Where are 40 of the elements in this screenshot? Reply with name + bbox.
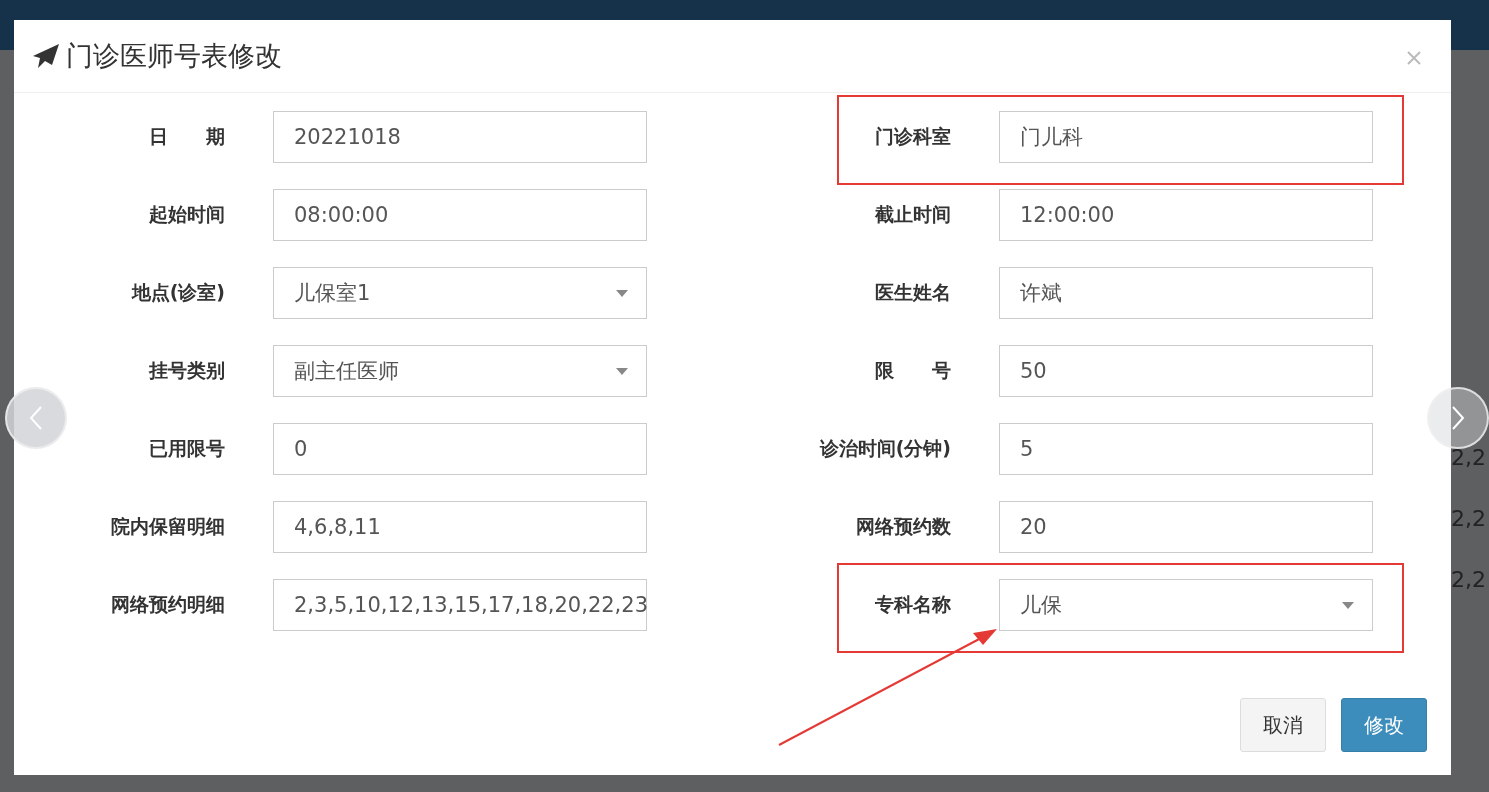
input-field[interactable]: 50 (999, 345, 1373, 397)
input-field[interactable]: 5 (999, 423, 1373, 475)
paper-plane-icon (32, 43, 60, 69)
caret-icon (1342, 601, 1354, 609)
field-label: 地点(诊室) (130, 280, 226, 305)
select-field[interactable]: 副主任医师 (273, 345, 647, 397)
field-label: 门诊科室 (874, 124, 952, 149)
chevron-left-icon (29, 405, 43, 431)
input-field[interactable]: 12:00:00 (999, 189, 1373, 241)
input-field[interactable]: 2,3,5,10,12,13,15,17,18,20,22,23 (273, 579, 647, 631)
field-label: 专科名称 (874, 592, 952, 617)
field-label: 网络预约明细 (110, 592, 226, 617)
field-label: 限 号 (874, 358, 952, 383)
close-icon (1407, 50, 1421, 65)
input-field[interactable]: 门儿科 (999, 111, 1373, 163)
table-cell: 2,2 (1451, 445, 1486, 470)
save-button[interactable]: 修改 (1341, 698, 1427, 752)
field-label: 已用限号 (148, 436, 226, 461)
field-label: 截止时间 (874, 202, 952, 227)
field-label: 诊治时间(分钟) (818, 436, 952, 461)
field-label: 网络预约数 (855, 514, 952, 539)
field-label: 院内保留明细 (110, 514, 226, 539)
caret-icon (616, 289, 628, 297)
select-field[interactable]: 儿保 (999, 579, 1373, 631)
input-field[interactable]: 0 (273, 423, 647, 475)
dialog-title: 门诊医师号表修改 (66, 39, 282, 73)
table-cell: 2,2 (1451, 506, 1486, 531)
input-field[interactable]: 4,6,8,11 (273, 501, 647, 553)
table-cell: 2,2 (1451, 567, 1486, 592)
input-field[interactable]: 08:00:00 (273, 189, 647, 241)
cancel-button[interactable]: 取消 (1240, 698, 1326, 752)
field-label: 挂号类别 (147, 358, 226, 383)
caret-icon (616, 367, 628, 375)
field-label: 医生姓名 (874, 280, 952, 305)
input-field[interactable]: 20 (999, 501, 1373, 553)
input-field[interactable]: 许斌 (999, 267, 1373, 319)
select-field[interactable]: 儿保室1 (273, 267, 647, 319)
field-label: 日 期 (148, 124, 226, 149)
input-field[interactable]: 20221018 (273, 111, 647, 163)
field-label: 起始时间 (148, 202, 226, 227)
